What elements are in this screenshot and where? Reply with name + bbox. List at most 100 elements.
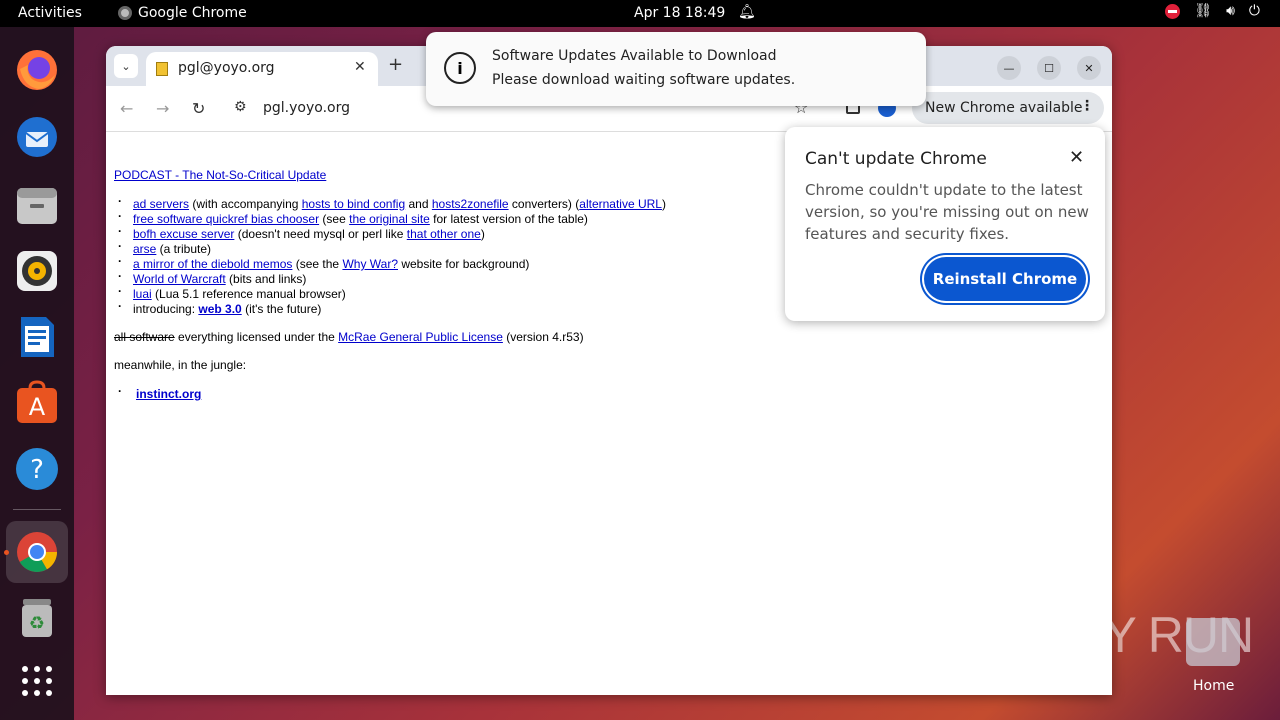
link-list: ad servers (with accompanying hosts to b… (114, 194, 814, 317)
list-text: introducing: (133, 302, 199, 316)
list-text: converters) ( (508, 197, 580, 211)
close-window-button[interactable]: ✕ (1077, 56, 1101, 80)
rhythmbox-icon[interactable] (11, 245, 63, 297)
activities-button[interactable]: Activities (18, 5, 82, 21)
new-chrome-available-button[interactable]: New Chrome available ⋮ (912, 92, 1104, 124)
tab-title: pgl@yoyo.org (178, 60, 275, 76)
page-link[interactable]: web 3.0 (198, 302, 241, 316)
update-error-popup: Can't update Chrome ✕ Chrome couldn't up… (785, 127, 1105, 321)
page-link[interactable]: Why War? (342, 257, 398, 271)
license-link[interactable]: McRae General Public License (338, 330, 503, 344)
list-text: website for background) (398, 257, 530, 271)
back-icon[interactable]: ← (120, 99, 133, 118)
page-link[interactable]: hosts2zonefile (432, 197, 509, 211)
jungle-text: meanwhile, in the jungle: (114, 358, 247, 372)
minimize-button[interactable]: — (997, 56, 1021, 80)
page-link[interactable]: ad servers (133, 197, 189, 211)
top-bar: Activities Google Chrome Apr 18 18:49 🔔︎… (0, 0, 1280, 27)
show-apps-icon[interactable] (11, 655, 63, 707)
list-text: (with accompanying (189, 197, 302, 211)
page-link[interactable]: arse (133, 242, 156, 256)
svg-text:♻: ♻ (29, 613, 45, 634)
site-info-icon[interactable]: ⚙ (234, 99, 247, 115)
app-center-icon[interactable]: A (11, 377, 63, 429)
list-item: bofh excuse server (doesn't need mysql o… (114, 224, 814, 242)
new-chrome-label: New Chrome available (925, 100, 1083, 116)
list-text: (see the (292, 257, 343, 271)
list-text: ) (661, 197, 666, 211)
reload-icon[interactable]: ↻ (192, 99, 205, 118)
thunderbird-icon[interactable] (11, 111, 63, 163)
tab-close-icon[interactable]: ✕ (354, 59, 366, 75)
page-link[interactable]: World of Warcraft (133, 272, 226, 286)
chrome-icon[interactable] (6, 521, 68, 583)
jungle-list: instinct.org (114, 384, 814, 402)
list-text: for latest version of the table) (429, 212, 588, 226)
list-text: (doesn't need mysql or perl like (234, 227, 407, 241)
menu-dots-icon: ⋮ (1080, 98, 1094, 114)
page-link[interactable]: hosts to bind config (302, 197, 405, 211)
list-text: (a tribute) (156, 242, 212, 256)
list-text: ) (480, 227, 485, 241)
notification-body: Please download waiting software updates… (492, 72, 796, 88)
popup-close-icon[interactable]: ✕ (1069, 147, 1084, 168)
bell-icon: 🔔︎ (738, 4, 756, 20)
page-link[interactable]: alternative URL (579, 197, 662, 211)
new-tab-button[interactable]: + (388, 54, 403, 75)
page-link[interactable]: that other one (407, 227, 481, 241)
home-label: Home (1193, 678, 1235, 694)
list-item: arse (a tribute) (114, 239, 814, 257)
notification-title: Software Updates Available to Download (492, 48, 777, 64)
license-strike: all software (114, 330, 175, 344)
forward-icon[interactable]: → (156, 99, 169, 118)
maximize-button[interactable]: ☐ (1037, 56, 1061, 80)
page-link[interactable]: bofh excuse server (133, 227, 234, 241)
volume-icon: 🔊︎ (1226, 3, 1235, 19)
dock-separator (13, 509, 61, 510)
trash-icon[interactable]: ♻ (11, 592, 63, 644)
clock[interactable]: Apr 18 18:49 (634, 5, 725, 21)
popup-title: Can't update Chrome (805, 149, 987, 169)
podcast-link[interactable]: PODCAST - The Not-So-Critical Update (114, 168, 326, 182)
list-text: (bits and links) (225, 272, 307, 286)
page-link[interactable]: the original site (349, 212, 430, 226)
address-bar[interactable]: pgl.yoyo.org (263, 100, 350, 116)
tab-active[interactable]: pgl@yoyo.org ✕ (146, 52, 378, 86)
help-icon[interactable]: ? (11, 443, 63, 495)
svg-text:?: ? (30, 455, 44, 485)
dock: A ? ♻ (0, 27, 74, 720)
list-text: (it's the future) (241, 302, 322, 316)
svg-text:A: A (29, 393, 46, 421)
reinstall-chrome-button[interactable]: Reinstall Chrome (924, 257, 1086, 301)
chrome-small-icon (118, 6, 132, 20)
home-folder-icon[interactable] (1186, 618, 1240, 666)
list-item: a mirror of the diebold memos (see the W… (114, 254, 814, 272)
list-item: free software quickref bias chooser (see… (114, 209, 814, 227)
page-link[interactable]: a mirror of the diebold memos (133, 257, 292, 271)
running-indicator (4, 550, 9, 555)
app-name: Google Chrome (138, 5, 247, 21)
list-text: and (405, 197, 432, 211)
update-notification[interactable]: i Software Updates Available to Download… (426, 32, 926, 106)
license-version: (version 4.r53) (502, 330, 584, 344)
instinct-link[interactable]: instinct.org (136, 387, 201, 401)
files-icon[interactable] (11, 179, 63, 231)
list-item: introducing: web 3.0 (it's the future) (114, 299, 814, 317)
network-icon: ⛓ (1194, 3, 1213, 19)
list-item: instinct.org (114, 384, 814, 402)
page-link[interactable]: luai (133, 287, 152, 301)
power-icon: ⏻ (1248, 3, 1260, 19)
info-icon: i (444, 52, 476, 84)
tab-search-button[interactable]: ⌄ (114, 54, 138, 78)
list-text: (Lua 5.1 reference manual browser) (151, 287, 346, 301)
page-content: PODCAST - The Not-So-Critical Update ad … (114, 168, 814, 402)
system-tray[interactable]: ⛓ 🔊︎ ⏻ (1165, 3, 1260, 19)
license-text: everything licensed under the (174, 330, 339, 344)
page-link[interactable]: free software quickref bias chooser (133, 212, 319, 226)
do-not-disturb-icon (1165, 3, 1181, 19)
app-menu[interactable]: Google Chrome (118, 5, 247, 21)
firefox-icon[interactable] (11, 44, 63, 96)
list-item: luai (Lua 5.1 reference manual browser) (114, 284, 814, 302)
writer-icon[interactable] (11, 311, 63, 363)
list-item: World of Warcraft (bits and links) (114, 269, 814, 287)
